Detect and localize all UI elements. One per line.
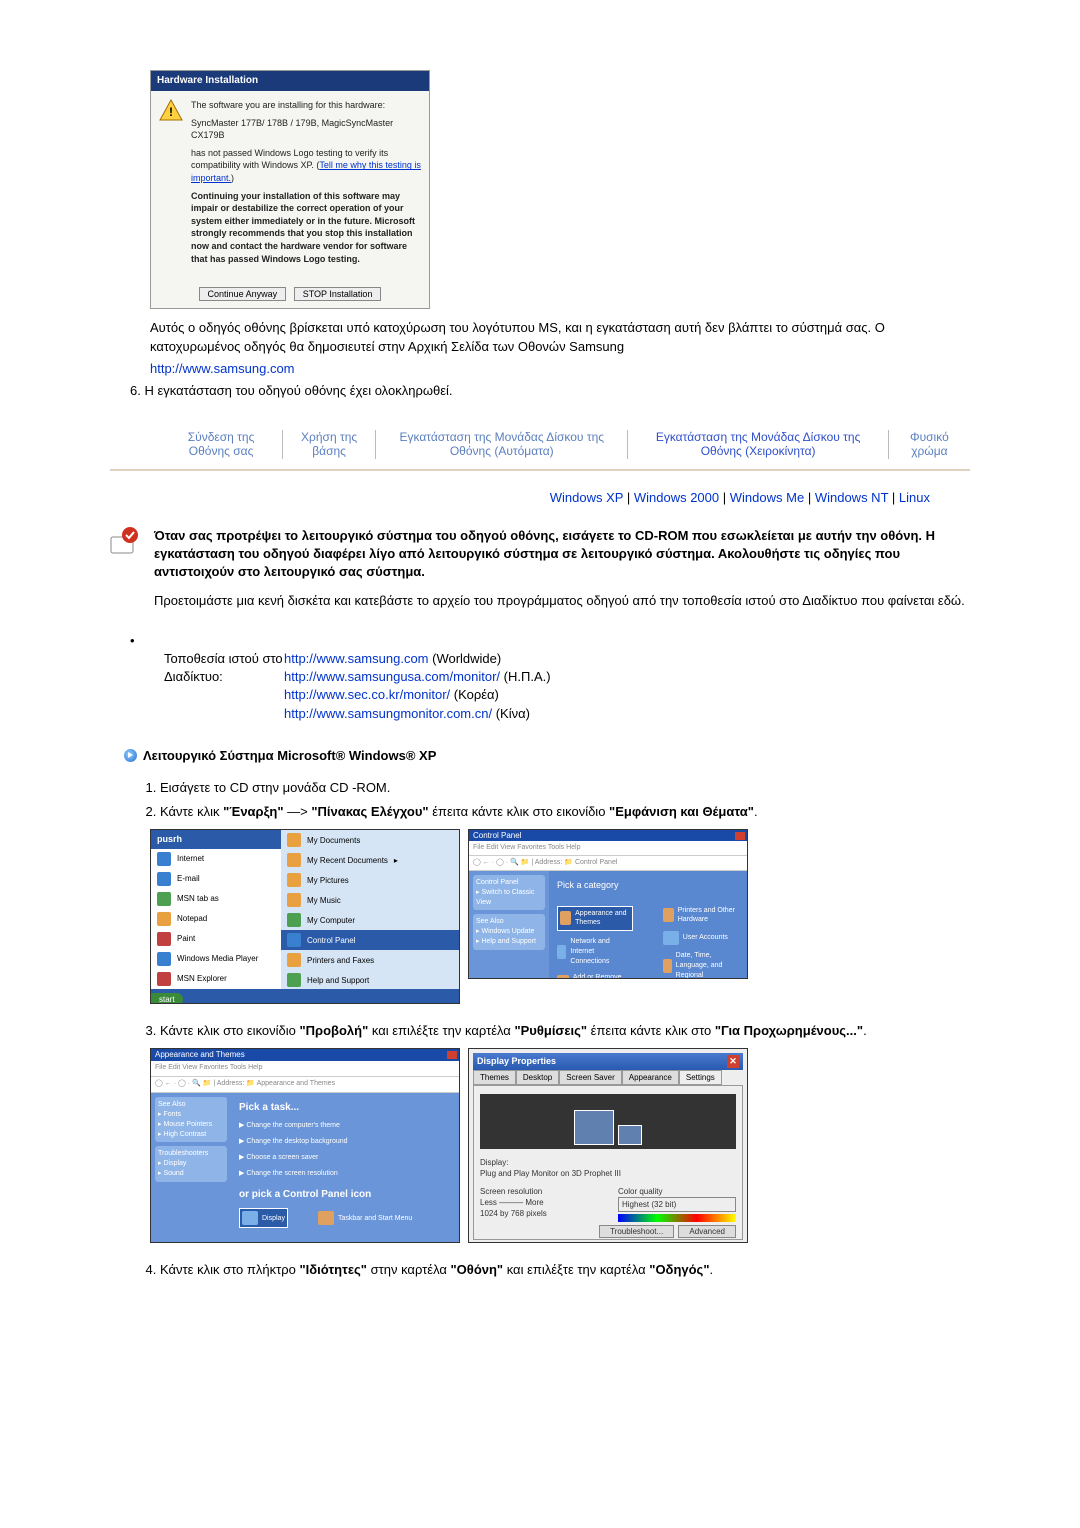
step-2: Κάντε κλικ "Έναρξη" —> "Πίνακας Ελέγχου"… xyxy=(160,803,970,821)
dialog-title: Hardware Installation xyxy=(151,71,429,91)
check-icon xyxy=(110,527,140,555)
prepare-diskette-note: Προετοιμάστε μια κενή δισκέτα και κατεβά… xyxy=(154,592,970,610)
warning-icon: ! xyxy=(159,99,183,121)
link-samsung-cn[interactable]: http://www.samsungmonitor.com.cn/ xyxy=(284,706,492,721)
link-nt[interactable]: Windows NT xyxy=(815,490,888,505)
os-links: Windows XP | Windows 2000 | Windows Me |… xyxy=(110,489,930,507)
stop-installation-button[interactable]: STOP Installation xyxy=(294,287,382,301)
step-3: Κάντε κλικ στο εικονίδιο "Προβολή" και ε… xyxy=(160,1022,970,1040)
svg-text:!: ! xyxy=(169,105,173,119)
insert-cd-note: Όταν σας προτρέψει το λειτουργικό σύστημ… xyxy=(154,527,970,582)
install-steps: Εισάγετε το CD στην μονάδα CD -ROM. Κάντ… xyxy=(160,779,970,821)
link-me[interactable]: Windows Me xyxy=(730,490,804,505)
section-tabs: Σύνδεση της Οθόνης σας Χρήση της βάσης Ε… xyxy=(160,430,970,459)
continue-anyway-button[interactable]: Continue Anyway xyxy=(199,287,287,301)
link-samsung-usa[interactable]: http://www.samsungusa.com/monitor/ xyxy=(284,669,500,684)
link-w2000[interactable]: Windows 2000 xyxy=(634,490,719,505)
tab-use-base[interactable]: Χρήση της βάσης xyxy=(283,430,376,459)
link-linux[interactable]: Linux xyxy=(899,490,930,505)
tab-natural-color[interactable]: Φυσικό χρώμα xyxy=(889,430,970,459)
step-1: Εισάγετε το CD στην μονάδα CD -ROM. xyxy=(160,779,970,797)
hardware-install-dialog: Hardware Installation ! The software you… xyxy=(150,70,430,309)
link-samsung-kr[interactable]: http://www.sec.co.kr/monitor/ xyxy=(284,687,450,702)
divider xyxy=(110,469,970,471)
control-panel-screenshot: Control Panel File Edit View Favorites T… xyxy=(468,829,748,979)
step-6: 6. Η εγκατάσταση του οδηγού οθόνης έχει … xyxy=(130,382,970,400)
advanced-button[interactable]: Advanced xyxy=(678,1225,736,1238)
tab-install-auto[interactable]: Εγκατάσταση της Μονάδας Δίσκου της Οθόνη… xyxy=(376,430,628,459)
dialog-text: The software you are installing for this… xyxy=(191,99,421,270)
start-menu-screenshot: pusrh Internet E-mail MSN tab as Notepad… xyxy=(150,829,460,1004)
samsung-link[interactable]: http://www.samsung.com xyxy=(150,361,295,376)
step-4: Κάντε κλικ στο πλήκτρο "Ιδιότητες" στην … xyxy=(160,1261,970,1279)
link-xp[interactable]: Windows XP xyxy=(550,490,623,505)
appearance-themes-screenshot: Appearance and Themes File Edit View Fav… xyxy=(150,1048,460,1243)
tab-install-manual[interactable]: Εγκατάσταση της Μονάδας Δίσκου της Οθόνη… xyxy=(628,430,888,459)
dialog-explanation: Αυτός ο οδηγός οθόνης βρίσκεται υπό κατο… xyxy=(150,319,970,355)
bullet-icon xyxy=(124,749,137,762)
tab-connect-monitor[interactable]: Σύνδεση της Οθόνης σας xyxy=(160,430,283,459)
website-bullet: Τοποθεσία ιστού στο Διαδίκτυο: http://ww… xyxy=(130,632,970,723)
section-xp-title: Λειτουργικό Σύστημα Microsoft® Windows® … xyxy=(143,747,436,765)
display-properties-screenshot: Display Properties✕ Themes Desktop Scree… xyxy=(468,1048,748,1243)
troubleshoot-button[interactable]: Troubleshoot... xyxy=(599,1225,674,1238)
link-samsung-ww[interactable]: http://www.samsung.com xyxy=(284,651,429,666)
